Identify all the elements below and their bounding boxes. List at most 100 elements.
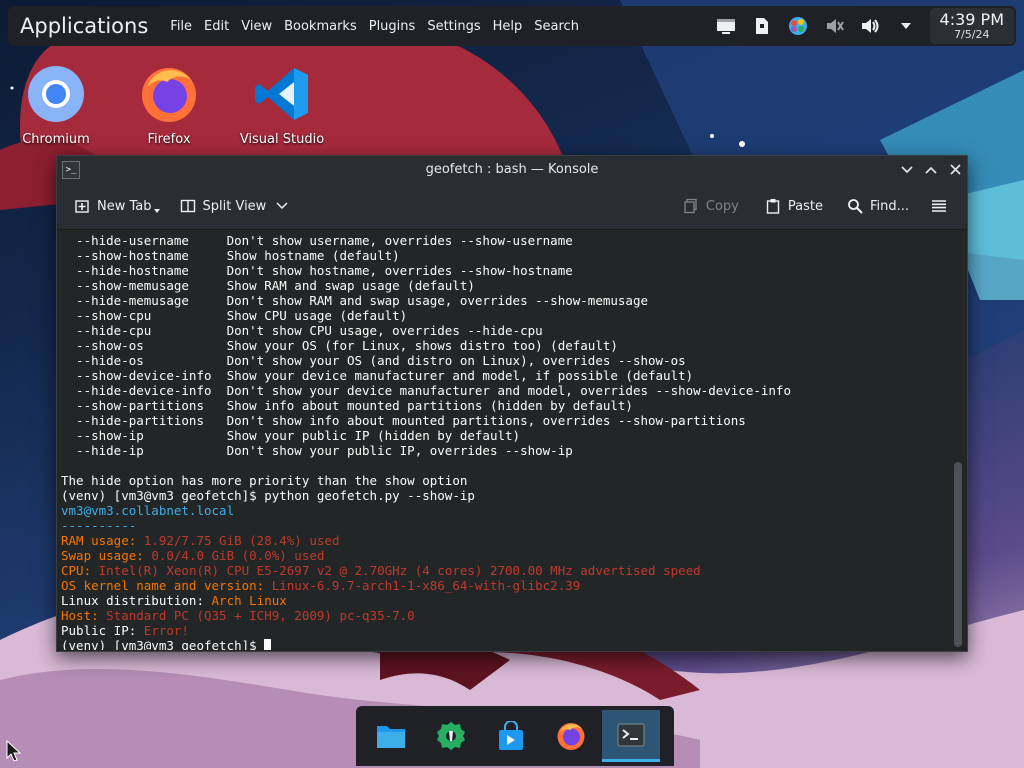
menu-search[interactable]: Search xyxy=(534,19,579,34)
chevron-down-icon xyxy=(276,202,288,210)
task-firefox[interactable] xyxy=(542,710,600,762)
copy-button[interactable]: Copy xyxy=(676,191,746,221)
terminal-line: --show-partitions Show info about mounte… xyxy=(61,398,791,413)
desktop-icon-chromium[interactable]: Chromium xyxy=(6,64,106,147)
terminal-line: --show-ip Show your public IP (hidden by… xyxy=(61,428,791,443)
menu-edit[interactable]: Edit xyxy=(204,19,229,34)
terminal-text: --show-device-info Show your device manu… xyxy=(61,368,694,383)
minimize-button[interactable] xyxy=(895,158,919,182)
terminal-line: CPU: Intel(R) Xeon(R) CPU E5-2697 v2 @ 2… xyxy=(61,563,791,578)
clock-date: 7/5/24 xyxy=(954,28,990,41)
menu-plugins[interactable]: Plugins xyxy=(369,19,416,34)
close-button[interactable] xyxy=(943,158,967,182)
menu-settings[interactable]: Settings xyxy=(427,19,480,34)
digital-clock[interactable]: 4:39 PM 7/5/24 xyxy=(929,8,1014,44)
window-title: geofetch : bash — Konsole xyxy=(425,162,599,177)
hamburger-menu-button[interactable] xyxy=(924,191,961,221)
new-tab-icon xyxy=(75,200,89,213)
split-view-button[interactable]: Split View xyxy=(173,191,303,221)
menu-help[interactable]: Help xyxy=(493,19,523,34)
menu-view[interactable]: View xyxy=(241,19,272,34)
terminal-text: --hide-device-info Don't show your devic… xyxy=(61,383,791,398)
new-tab-button[interactable]: New Tab xyxy=(67,191,167,221)
terminal-line: (venv) [vm3@vm3 geofetch]$ python geofet… xyxy=(61,488,791,503)
terminal-text: --show-cpu Show CPU usage (default) xyxy=(61,308,408,323)
terminal-output: --hide-username Don't show username, ove… xyxy=(61,233,791,650)
chevron-down-icon xyxy=(153,209,160,213)
desktop-icon-firefox[interactable]: Firefox xyxy=(119,64,219,147)
chromium-icon xyxy=(28,66,84,122)
terminal-text: Intel(R) Xeon(R) CPU E5-2697 v2 @ 2.70GH… xyxy=(98,563,701,578)
find-label: Find... xyxy=(869,198,909,214)
application-launcher[interactable]: Applications xyxy=(8,14,160,38)
terminal-line: --hide-os Don't show your OS (and distro… xyxy=(61,353,791,368)
terminal-text: --show-partitions Show info about mounte… xyxy=(61,398,633,413)
terminal-text: --hide-username Don't show username, ove… xyxy=(61,233,573,248)
terminal-text: Linux-6.9.7-arch1-1-x86_64-with-glibc2.3… xyxy=(271,578,581,593)
chevron-down-icon xyxy=(901,165,913,173)
find-button[interactable]: Find... xyxy=(840,191,916,221)
expand-tray-icon[interactable] xyxy=(895,15,917,37)
konsole-app-icon[interactable]: >_ xyxy=(62,160,80,179)
vscode-icon xyxy=(255,68,308,120)
terminal-text: --show-memusage Show RAM and swap usage … xyxy=(61,278,475,293)
task-system-settings[interactable] xyxy=(422,710,480,762)
desktop-icon-vscode[interactable]: Visual Studio Code xyxy=(232,64,332,148)
display-configuration-icon[interactable] xyxy=(715,15,737,37)
terminal-text: ---------- xyxy=(61,518,137,533)
menu-file[interactable]: File xyxy=(170,19,192,34)
konsole-window: >_ geofetch : bash — Konsole New Tab Spl… xyxy=(56,155,968,652)
terminal-text: RAM usage: xyxy=(61,533,144,548)
chevron-up-icon xyxy=(925,166,937,174)
terminal-line: --hide-cpu Don't show CPU usage, overrid… xyxy=(61,323,791,338)
terminal-text: --hide-ip Don't show your public IP, ove… xyxy=(61,443,573,458)
terminal-view[interactable]: --hide-username Don't show username, ove… xyxy=(57,230,967,650)
terminal-line: --hide-memusage Don't show RAM and swap … xyxy=(61,293,791,308)
terminal-text: --hide-memusage Don't show RAM and swap … xyxy=(61,293,648,308)
terminal-text: Host: xyxy=(61,608,107,623)
desktop-icon-label: Firefox xyxy=(147,132,191,147)
menu-bookmarks[interactable]: Bookmarks xyxy=(284,19,357,34)
terminal-line: --show-hostname Show hostname (default) xyxy=(61,248,791,263)
discover-store-icon xyxy=(499,721,523,750)
task-discover[interactable] xyxy=(482,710,540,762)
terminal-line: Host: Standard PC (Q35 + ICH9, 2009) pc-… xyxy=(61,608,791,623)
terminal-text: --hide-partitions Don't show info about … xyxy=(61,413,746,428)
desktop-icon-label: Visual Studio Code xyxy=(239,132,325,148)
terminal-line: OS kernel name and version: Linux-6.9.7-… xyxy=(61,578,791,593)
terminal-text: --hide-os Don't show your OS (and distro… xyxy=(61,353,686,368)
terminal-scrollbar[interactable] xyxy=(949,230,967,650)
color-picker-icon[interactable] xyxy=(787,15,809,37)
terminal-line: Public IP: Error! xyxy=(61,623,791,638)
volume-icon[interactable] xyxy=(859,15,881,37)
terminal-text: (venv) [vm3@vm3 geofetch]$ python geofet… xyxy=(61,488,475,503)
paste-button[interactable]: Paste xyxy=(758,191,830,221)
split-view-icon xyxy=(180,199,195,213)
terminal-text: CPU: xyxy=(61,563,99,578)
terminal-text: --show-ip Show your public IP (hidden by… xyxy=(61,428,521,443)
terminal-line: --show-device-info Show your device manu… xyxy=(61,368,791,383)
terminal-text: 1.92/7.75 GiB (28.4%) used xyxy=(143,533,340,548)
copy-icon xyxy=(684,198,697,214)
terminal-line: --hide-device-info Don't show your devic… xyxy=(61,383,791,398)
window-titlebar[interactable]: >_ geofetch : bash — Konsole xyxy=(57,156,967,183)
terminal-text: vm3@vm3.collabnet.local xyxy=(61,503,235,518)
task-file-manager[interactable] xyxy=(362,710,420,762)
scrollbar-thumb[interactable] xyxy=(954,462,962,647)
microphone-muted-icon[interactable] xyxy=(823,15,845,37)
terminal-line: Linux distribution: Arch Linux xyxy=(61,593,791,608)
search-icon xyxy=(848,199,863,214)
hamburger-menu-icon xyxy=(932,200,946,212)
task-konsole[interactable] xyxy=(602,710,660,762)
terminal-text: Public IP: xyxy=(61,623,144,638)
terminal-line: (venv) [vm3@vm3 geofetch]$ xyxy=(61,638,791,650)
taskbar xyxy=(356,706,674,766)
terminal-text: Swap usage: xyxy=(61,548,152,563)
maximize-button[interactable] xyxy=(919,158,943,182)
new-tab-label: New Tab xyxy=(97,198,152,214)
paste-icon xyxy=(766,199,780,214)
konsole-icon xyxy=(617,723,645,746)
terminal-text: --hide-cpu Don't show CPU usage, overrid… xyxy=(61,323,543,338)
vault-icon[interactable] xyxy=(751,15,773,37)
terminal-line: --hide-hostname Don't show hostname, ove… xyxy=(61,263,791,278)
